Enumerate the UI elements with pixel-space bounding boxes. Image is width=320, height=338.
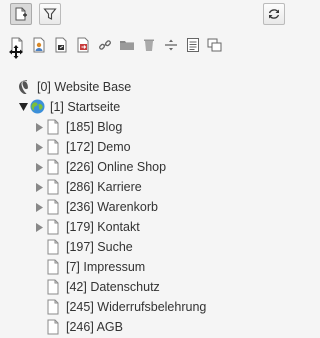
tree-page-label: [185] Blog (66, 120, 123, 134)
caret-collapsed-icon[interactable] (34, 202, 44, 212)
page-icon (46, 199, 60, 215)
page-icon (46, 159, 60, 175)
caret-collapsed-icon[interactable] (34, 122, 44, 132)
tree-page-node[interactable]: [236] Warenkorb (34, 197, 158, 217)
filter-button[interactable] (39, 3, 61, 25)
caret-expanded-icon[interactable] (18, 102, 28, 112)
caret-collapsed-icon[interactable] (34, 162, 44, 172)
tree-page-node[interactable]: [245] Widerrufsbelehrung (34, 297, 206, 317)
mount-point-icon[interactable] (205, 33, 225, 57)
new-page-icon (15, 7, 27, 21)
tree-page-label: [286] Karriere (66, 180, 142, 194)
page-tree-topbar (0, 0, 295, 30)
refresh-button[interactable] (263, 3, 285, 25)
tree-page-node[interactable]: [7] Impressum (34, 257, 145, 277)
external-link-page-icon[interactable] (73, 33, 93, 57)
menu-separator-icon[interactable] (161, 33, 181, 57)
tree-page-node[interactable]: [179] Kontakt (34, 217, 140, 237)
move-cursor-icon (9, 45, 23, 59)
caret-spacer (34, 302, 44, 312)
page-icon (46, 239, 60, 255)
tree-page-label: [172] Demo (66, 140, 131, 154)
tree-root-label: [0] Website Base (37, 80, 132, 94)
globe-icon (30, 99, 45, 115)
caret-spacer (34, 242, 44, 252)
caret-spacer (34, 282, 44, 292)
tree-page-node[interactable]: [286] Karriere (34, 177, 142, 197)
page-icon (46, 179, 60, 195)
content-list-icon[interactable] (183, 33, 203, 57)
tree-page-label: [197] Suche (66, 240, 133, 254)
caret-collapsed-icon[interactable] (34, 182, 44, 192)
page-icon (46, 119, 60, 135)
tree-page-node[interactable]: [172] Demo (34, 137, 131, 157)
page-icon (46, 259, 60, 275)
new-page-button[interactable] (10, 3, 32, 25)
filter-icon (43, 8, 57, 20)
folder-icon[interactable] (117, 33, 137, 57)
tree-page-label: [236] Warenkorb (66, 200, 158, 214)
tree-page-label: [226] Online Shop (66, 160, 167, 174)
tree-site-node[interactable]: [1] Startseite (18, 97, 120, 117)
tree-page-label: [42] Datenschutz (66, 280, 160, 294)
shortcut-page-icon[interactable] (51, 33, 71, 57)
page-icon (46, 279, 60, 295)
page-icon (46, 299, 60, 315)
tree-page-node[interactable]: [197] Suche (34, 237, 133, 257)
tree-page-label: [245] Widerrufsbelehrung (66, 300, 207, 314)
backend-user-page-icon[interactable] (29, 33, 49, 57)
tree-page-label: [7] Impressum (66, 260, 146, 274)
tree-page-node[interactable]: [42] Datenschutz (34, 277, 160, 297)
page-icon (46, 319, 60, 335)
caret-collapsed-icon[interactable] (34, 142, 44, 152)
tree-site-label: [1] Startseite (50, 100, 121, 114)
refresh-icon (268, 9, 280, 19)
tree-page-label: [246] AGB (66, 320, 123, 334)
tree-page-node[interactable]: [226] Online Shop (34, 157, 166, 177)
tree-page-node[interactable]: [185] Blog (34, 117, 122, 137)
tree-root-node[interactable]: [0] Website Base (16, 77, 131, 97)
drag-toolbar (0, 33, 295, 57)
page-icon (46, 219, 60, 235)
link-icon[interactable] (95, 33, 115, 57)
tree-page-label: [179] Kontakt (66, 220, 140, 234)
caret-spacer (34, 322, 44, 332)
tree-page-node[interactable]: [246] AGB (34, 317, 123, 337)
caret-collapsed-icon[interactable] (34, 222, 44, 232)
typo3-logo-icon (16, 79, 32, 95)
caret-spacer (34, 262, 44, 272)
recycler-icon[interactable] (139, 33, 159, 57)
page-icon (46, 139, 60, 155)
